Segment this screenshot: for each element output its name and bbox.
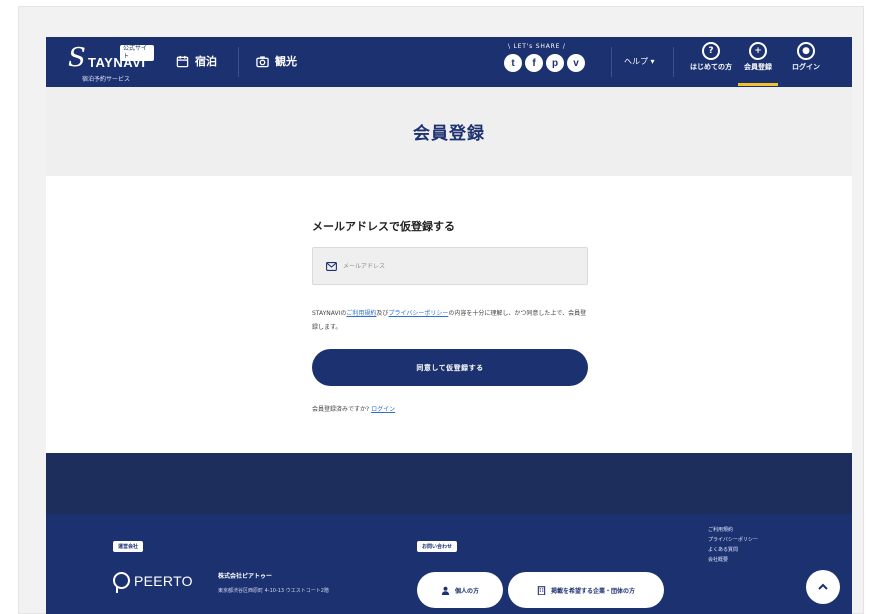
footer-band: [46, 453, 852, 514]
first-time-label: はじめての方: [690, 63, 732, 71]
back-to-top-button[interactable]: [806, 570, 840, 604]
register-form: メールアドレスで仮登録する STAYNAVIのご利用規約及びプライバシーポリシー…: [312, 218, 588, 413]
form-heading: メールアドレスで仮登録する: [312, 220, 455, 233]
already-text: 会員登録済みですか?: [312, 406, 370, 413]
question-icon: ?: [702, 42, 720, 60]
share-icons: t f p v: [504, 54, 585, 72]
account-divider: [673, 47, 674, 77]
contact-tag: お問い合わせ: [417, 541, 458, 552]
peerto-wordmark: PEERTO: [134, 572, 193, 589]
camera-icon: [256, 55, 269, 67]
help-divider: [611, 47, 612, 77]
already-registered: 会員登録済みですか? ログイン: [312, 404, 395, 413]
login-button[interactable]: ● ログイン: [781, 42, 831, 84]
privacy-link[interactable]: プライバシーポリシー: [388, 310, 448, 317]
calendar-icon: [176, 55, 189, 67]
email-field[interactable]: [312, 247, 588, 285]
login-label: ログイン: [792, 63, 820, 71]
site: S TAYNAVI 公式サイト 宿泊予約サービス 宿泊 観光 \ LET's S…: [46, 37, 852, 614]
footer-link-terms[interactable]: ご利用規約: [708, 526, 758, 533]
person-icon: [441, 586, 450, 595]
company-address: 東京都渋谷区西原町 4-10-13 ウエストコート2階: [218, 588, 329, 594]
share-label: \ LET's SHARE /: [508, 43, 566, 50]
register-icon: +: [749, 42, 767, 60]
nav-sightseeing-label: 観光: [275, 55, 297, 68]
logo-badge: 公式サイト: [120, 45, 154, 61]
logo-mark: S: [68, 43, 86, 73]
footer-link-privacy[interactable]: プライバシーポリシー: [708, 536, 758, 543]
terms-mid: 及び: [376, 310, 389, 317]
login-link[interactable]: ログイン: [371, 406, 395, 413]
contact-individual-button[interactable]: 個人の方: [417, 572, 503, 608]
first-time-button[interactable]: ? はじめての方: [686, 42, 736, 84]
contact-individual-label: 個人の方: [454, 587, 479, 595]
user-icon: ●: [797, 42, 815, 60]
nav-stay[interactable]: 宿泊: [176, 53, 217, 69]
active-tab-indicator: [738, 83, 778, 86]
footer-link-company[interactable]: 会社概要: [708, 556, 758, 563]
peerto-logo[interactable]: PEERTO: [113, 572, 193, 593]
footer-links: ご利用規約 プライバシーポリシー よくある質問 会社概要: [708, 526, 758, 563]
terms-text: STAYNAVIのご利用規約及びプライバシーポリシーの内容を十分に理解し、かつ同…: [312, 307, 588, 335]
terms-link[interactable]: ご利用規約: [346, 310, 376, 317]
title-band: 会員登録: [46, 87, 852, 176]
site-footer: 運営会社 PEERTO 株式会社ピアトゥー 東京都渋谷区西原町 4-10-13 …: [46, 514, 852, 614]
help-menu[interactable]: ヘルプ ▾: [624, 56, 655, 67]
staynavi-logo[interactable]: S TAYNAVI 公式サイト 宿泊予約サービス: [68, 43, 154, 83]
contact-corporate-label: 掲載を希望する企業・団体の方: [550, 587, 635, 595]
company-name: 株式会社ピアトゥー: [218, 573, 273, 580]
envelope-icon: [326, 261, 337, 271]
nav-sightseeing[interactable]: 観光: [256, 53, 297, 69]
footer-link-faq[interactable]: よくある質問: [708, 546, 758, 553]
twitter-icon[interactable]: t: [504, 54, 522, 72]
email-input[interactable]: [343, 262, 563, 270]
logo-tagline: 宿泊予約サービス: [82, 76, 131, 83]
operator-tag: 運営会社: [113, 541, 144, 552]
site-header: S TAYNAVI 公式サイト 宿泊予約サービス 宿泊 観光 \ LET's S…: [46, 37, 852, 87]
facebook-icon[interactable]: f: [525, 54, 543, 72]
contact-corporate-button[interactable]: 掲載を希望する企業・団体の方: [508, 572, 664, 608]
register-button[interactable]: + 会員登録: [733, 42, 783, 84]
nav-divider: [238, 47, 239, 77]
peerto-logo-icon: [113, 572, 130, 593]
chevron-up-icon: [818, 583, 828, 590]
terms-pre: STAYNAVIの: [312, 310, 347, 317]
pocket-icon[interactable]: v: [567, 54, 585, 72]
agree-register-button[interactable]: 同意して仮登録する: [312, 349, 588, 386]
page-title: 会員登録: [413, 124, 485, 144]
building-icon: [537, 585, 546, 595]
register-label: 会員登録: [744, 63, 772, 71]
nav-stay-label: 宿泊: [195, 55, 217, 68]
pinterest-icon[interactable]: p: [546, 54, 564, 72]
